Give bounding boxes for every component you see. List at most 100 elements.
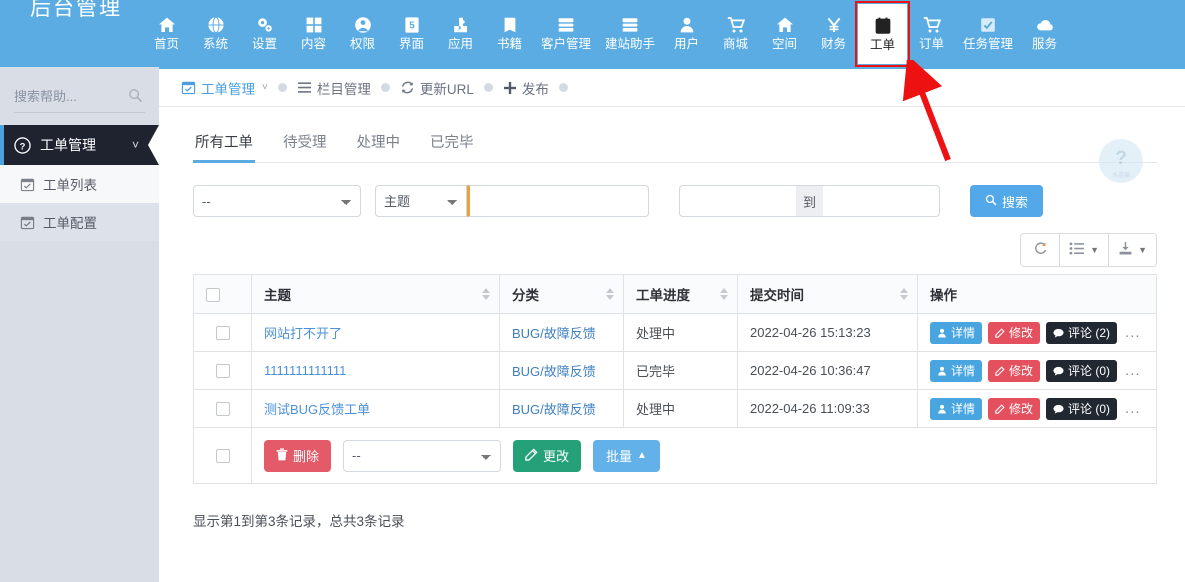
nav-item-用户[interactable]: 用户 <box>662 0 711 67</box>
date-to-input[interactable] <box>823 185 941 217</box>
check-square-icon <box>979 16 997 34</box>
detail-button[interactable]: 详情 <box>930 359 983 382</box>
nav-item-财务[interactable]: 财务 <box>809 0 858 67</box>
table-row: 网站打不开了 BUG/故障反馈 处理中 2022-04-26 15:13:23 详情 … <box>193 313 1157 352</box>
nav-item-首页[interactable]: 首页 <box>142 0 191 67</box>
search-input[interactable] <box>14 89 114 104</box>
nav-item-商城[interactable]: 商城 <box>711 0 760 67</box>
batch-button[interactable]: 批量 ▲ <box>593 439 660 472</box>
sidebar-group-工单管理[interactable]: ? 工单管理 ˅ <box>0 125 159 165</box>
help-widget[interactable]: ? 水晶猫 <box>1099 139 1143 183</box>
sidebar-item-工单配置[interactable]: 工单配置 <box>0 203 159 241</box>
nav-item-权限[interactable]: 权限 <box>338 0 387 67</box>
nav-item-系统[interactable]: 系统 <box>191 0 240 67</box>
detail-button[interactable]: 详情 <box>930 321 983 344</box>
nav-item-界面[interactable]: 5 界面 <box>387 0 436 67</box>
subject-link[interactable]: 1111111111111 <box>264 363 346 378</box>
comment-label: 评论 (2) <box>1068 326 1111 340</box>
search-button[interactable]: 搜索 <box>970 185 1044 217</box>
category-link[interactable]: BUG/故障反馈 <box>512 402 596 417</box>
comment-label: 评论 (0) <box>1068 364 1111 378</box>
tab-所有工单[interactable]: 所有工单 <box>193 125 255 163</box>
nav-item-设置[interactable]: 设置 <box>240 0 289 67</box>
keyword-input[interactable] <box>467 185 649 217</box>
nav-item-label: 权限 <box>349 37 375 52</box>
row-action-group: 详情 修改 评论 (0) ... <box>930 397 1144 420</box>
sidebar-item-工单列表[interactable]: 工单列表 <box>0 165 159 203</box>
tab-待受理[interactable]: 待受理 <box>281 125 329 162</box>
detail-button[interactable]: 详情 <box>930 397 983 420</box>
nav-item-服务[interactable]: 服务 <box>1020 0 1069 67</box>
nav-item-书籍[interactable]: 书籍 <box>485 0 534 67</box>
comment-button[interactable]: 评论 (0) <box>1046 397 1118 420</box>
detail-label: 详情 <box>951 364 976 378</box>
header-分类[interactable]: 分类 <box>499 274 624 314</box>
more-actions-button[interactable]: ... <box>1123 324 1141 341</box>
nav-item-label: 界面 <box>398 37 424 52</box>
subject-link[interactable]: 网站打不开了 <box>264 326 342 341</box>
cell-category: BUG/故障反馈 <box>499 313 624 352</box>
header-提交时间[interactable]: 提交时间 <box>737 274 918 314</box>
nav-item-空间[interactable]: 空间 <box>760 0 809 67</box>
clipboard-check-icon <box>874 17 892 35</box>
sort-icon <box>720 288 728 300</box>
subject-link[interactable]: 测试BUG反馈工单 <box>264 402 370 417</box>
question-mark-icon: ? <box>1115 147 1127 169</box>
export-button[interactable]: ▼ <box>1109 234 1156 266</box>
user-icon <box>938 366 946 375</box>
nav-item-订单[interactable]: 订单 <box>907 0 956 67</box>
row-checkbox[interactable] <box>215 364 230 379</box>
breadcrumb-item-更新URL[interactable]: 更新URL <box>400 78 474 98</box>
sidebar-search[interactable] <box>14 81 145 113</box>
refresh-button[interactable] <box>1021 234 1061 266</box>
header-主题[interactable]: 主题 <box>251 274 500 314</box>
more-actions-button[interactable]: ... <box>1123 362 1141 379</box>
header-label: 操作 <box>930 288 957 303</box>
more-actions-button[interactable]: ... <box>1123 400 1141 417</box>
bulk-select-checkbox[interactable] <box>215 449 230 464</box>
help-widget-caption: 水晶猫 <box>1111 173 1130 179</box>
breadcrumb-item-发布[interactable]: 发布 <box>503 78 549 98</box>
edit-button[interactable]: 修改 <box>988 321 1041 344</box>
tab-处理中[interactable]: 处理中 <box>355 125 403 162</box>
change-button[interactable]: 更改 <box>513 439 582 472</box>
bulk-action-select[interactable]: -- <box>343 439 502 472</box>
delete-button[interactable]: 删除 <box>264 439 332 472</box>
nav-item-任务管理[interactable]: 任务管理 <box>956 0 1020 67</box>
export-icon <box>1118 241 1133 259</box>
edit-button[interactable]: 修改 <box>988 397 1041 420</box>
columns-toggle-button[interactable]: ▼ <box>1060 234 1110 266</box>
table-row: 测试BUG反馈工单 BUG/故障反馈 处理中 2022-04-26 11:09:33 … <box>193 389 1157 428</box>
comment-button[interactable]: 评论 (2) <box>1046 321 1118 344</box>
edit-button[interactable]: 修改 <box>988 359 1041 382</box>
nav-item-内容[interactable]: 内容 <box>289 0 338 67</box>
row-checkbox[interactable] <box>215 402 230 417</box>
category-link[interactable]: BUG/故障反馈 <box>512 364 596 379</box>
nav-item-客户管理[interactable]: 客户管理 <box>534 0 598 67</box>
breadcrumb-item-工单管理[interactable]: 工单管理 ˅ <box>181 78 268 98</box>
search-button-label: 搜索 <box>1002 194 1029 210</box>
category-filter-select[interactable]: -- <box>193 185 361 217</box>
date-from-input[interactable] <box>679 185 796 217</box>
nav-item-建站助手[interactable]: 建站助手 <box>598 0 662 67</box>
sidebar-item-label: 工单配置 <box>43 216 97 231</box>
cart-icon <box>923 16 941 34</box>
tab-已完毕[interactable]: 已完毕 <box>428 125 476 162</box>
cell-progress: 处理中 <box>623 389 738 428</box>
nav-item-label: 建站助手 <box>604 37 655 52</box>
top-nav-items: 首页 系统 设置 内容 权限 5 界面 应用 书籍 客户管理 建站助手 用户 商城 空间 财务 工单 订单 任务管… <box>142 0 1069 67</box>
breadcrumb-item-栏目管理[interactable]: 栏目管理 <box>297 78 371 98</box>
select-all-checkbox[interactable] <box>206 287 220 302</box>
trash-icon <box>276 447 288 464</box>
nav-item-应用[interactable]: 应用 <box>436 0 485 67</box>
nav-item-工单[interactable]: 工单 <box>858 4 907 64</box>
table-head: 主题 分类 工单进度 提交时间 操作 <box>193 274 1157 314</box>
category-link[interactable]: BUG/故障反馈 <box>512 326 596 341</box>
nav-item-label: 设置 <box>251 37 277 52</box>
breadcrumb-label: 发布 <box>521 81 549 97</box>
row-checkbox[interactable] <box>215 326 230 341</box>
bulk-actions-cell: 删除 -- 更改 批量 ▲ <box>251 427 1157 484</box>
search-field-select[interactable]: 主题 <box>375 185 467 217</box>
comment-button[interactable]: 评论 (0) <box>1046 359 1118 382</box>
header-工单进度[interactable]: 工单进度 <box>623 274 738 314</box>
